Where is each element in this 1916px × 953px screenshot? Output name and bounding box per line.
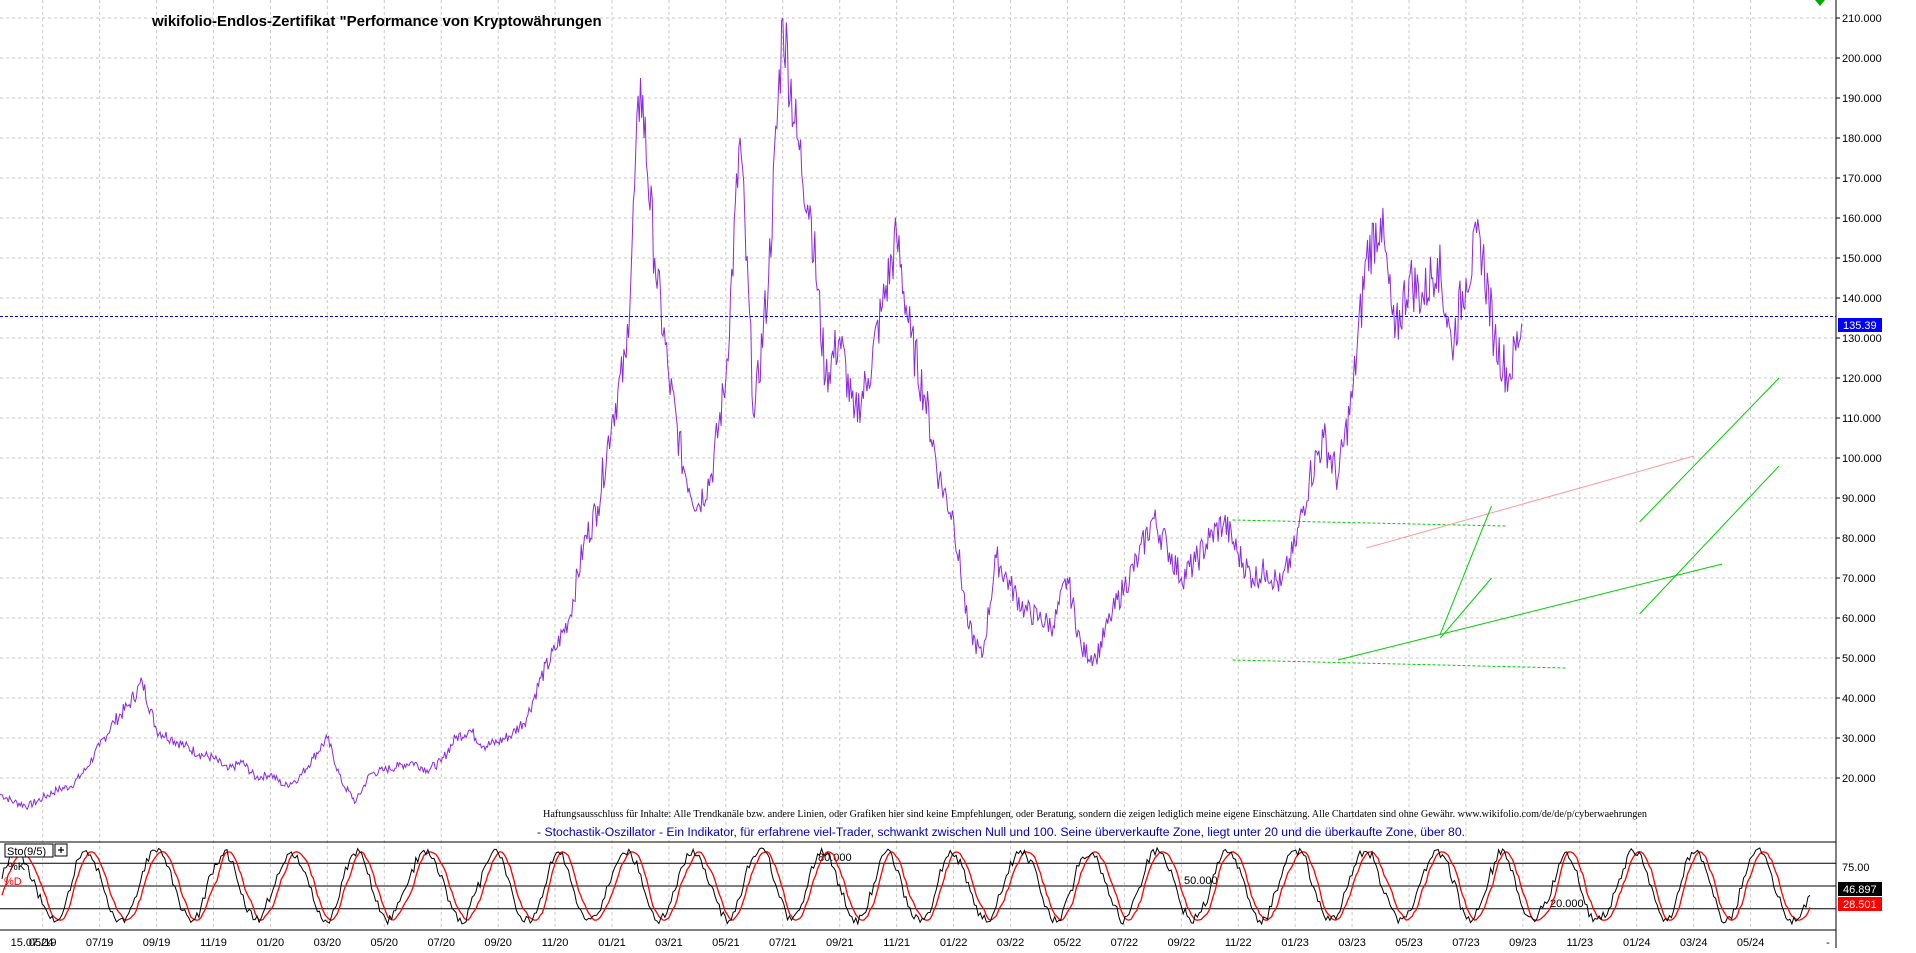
disclaimer-text: Haftungsausschluss für Inhalte: Alle Tre…	[543, 809, 1647, 820]
x-tick-label: 01/21	[598, 937, 626, 948]
x-tick-label: 09/20	[484, 937, 512, 948]
y-tick-label: 180.000	[1842, 133, 1882, 145]
x-tick-label: 01/20	[257, 937, 285, 948]
x-tick-label: 07/22	[1111, 937, 1139, 948]
x-tick-label: 05/20	[371, 937, 399, 948]
y-tick-label: 60.000	[1842, 613, 1876, 625]
y-tick-label: 40.000	[1842, 693, 1876, 705]
legend-k: %K	[8, 861, 26, 873]
y-tick-label: 50.000	[1842, 653, 1876, 665]
x-tick-label: 09/23	[1509, 937, 1537, 948]
x-tick-label: 09/19	[143, 937, 171, 948]
indicator-note: - Stochastik-Oszillator - Ein Indikator,…	[537, 827, 1465, 839]
y-tick-label: 210.000	[1842, 13, 1882, 25]
y-tick-label: 110.000	[1842, 413, 1881, 425]
x-tick-label: 07/21	[769, 937, 797, 948]
chart-area: 80.000 50.000 20.000 20.000 30.000 40.000 50.…	[0, 0, 1916, 949]
y-tick-label: 170.000	[1842, 173, 1882, 185]
chart-title-text: wikifolio-Endlos-Zertifikat "Performance…	[151, 13, 602, 30]
x-tick-label: 05/23	[1395, 937, 1423, 948]
y-tick-label: 100.000	[1842, 453, 1882, 465]
y-tick-label: 160.000	[1842, 213, 1882, 225]
x-tick-label: 03/21	[655, 937, 683, 948]
y-tick-label: 150.000	[1842, 253, 1882, 265]
x-tick-label: 01/23	[1281, 937, 1309, 948]
x-tick-label: 01/22	[940, 937, 968, 948]
y-tick-label: 200.000	[1842, 53, 1882, 65]
x-tick-label: 09/21	[826, 937, 854, 948]
y-tick-label: 90.000	[1842, 493, 1876, 505]
x-tick-label: 09/22	[1168, 937, 1196, 948]
x-tick-label: 05/19	[29, 937, 57, 948]
x-tick-label: -	[1826, 937, 1830, 948]
y-tick-label: 20.000	[1842, 773, 1876, 785]
x-tick-label: 07/20	[427, 937, 455, 948]
x-tick-label: 11/23	[1566, 937, 1593, 948]
x-tick-label: 05/21	[712, 937, 740, 948]
current-price-label: 135.39	[1843, 320, 1877, 332]
legend-d: %D	[4, 876, 22, 888]
y-tick-label: 70.000	[1842, 573, 1876, 585]
y-tick-label: 130.000	[1842, 333, 1882, 345]
d-value-label: 28.501	[1843, 899, 1877, 911]
x-tick-label: 11/21	[883, 937, 910, 948]
x-tick-label: 05/24	[1737, 937, 1765, 948]
y-tick-label: 140.000	[1842, 293, 1882, 305]
x-tick-label: 07/23	[1452, 937, 1480, 948]
x-tick-label: 03/23	[1338, 937, 1366, 948]
x-tick-label: 03/22	[997, 937, 1025, 948]
sto-y-tick-label: 75.00	[1842, 862, 1870, 874]
x-tick-label: 11/22	[1225, 937, 1252, 948]
x-tick-label: 03/20	[314, 937, 342, 948]
sto-level-label: 20.000	[1550, 898, 1584, 910]
y-tick-label: 30.000	[1842, 733, 1876, 745]
y-tick-label: 120.000	[1842, 373, 1882, 385]
x-tick-label: 03/24	[1680, 937, 1708, 948]
chart-svg: 80.00050.00020.000 20.00030.00040.00050.…	[0, 0, 1916, 949]
sto-label: Sto(9/5)	[7, 846, 46, 858]
y-tick-label: 190.000	[1842, 93, 1882, 105]
k-value-label: 46.897	[1843, 884, 1877, 896]
y-tick-label: 80.000	[1842, 533, 1876, 545]
x-tick-label: 05/22	[1054, 937, 1082, 948]
x-tick-label: 01/24	[1623, 937, 1651, 948]
x-tick-label: 07/19	[86, 937, 114, 948]
x-tick-label: 11/19	[200, 937, 227, 948]
x-tick-label: 11/20	[542, 937, 569, 948]
